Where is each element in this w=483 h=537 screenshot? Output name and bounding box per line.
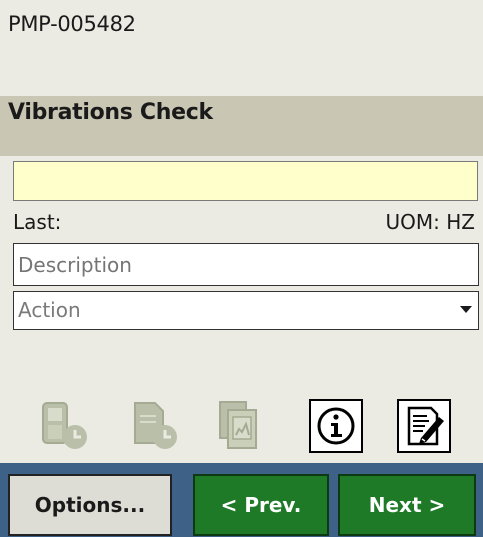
device-history-icon: [37, 399, 91, 453]
title-bar: Vibrations Check: [0, 96, 483, 156]
next-button[interactable]: Next >: [338, 474, 476, 536]
asset-id: PMP-005482: [8, 12, 136, 36]
page-title: Vibrations Check: [8, 100, 213, 125]
action-placeholder: Action: [18, 298, 81, 322]
info-icon[interactable]: [309, 399, 363, 453]
prev-button[interactable]: < Prev.: [193, 474, 329, 536]
last-reading-label: Last:: [13, 210, 62, 234]
document-history-icon: [127, 399, 181, 453]
options-button[interactable]: Options...: [8, 474, 172, 536]
notes-edit-icon[interactable]: [397, 399, 451, 453]
uom-label: UOM: HZ: [385, 210, 475, 234]
action-dropdown[interactable]: Action: [13, 291, 479, 330]
header-area: PMP-005482: [0, 0, 483, 96]
reading-input[interactable]: [13, 161, 478, 201]
chevron-down-icon: [460, 306, 472, 313]
description-field[interactable]: [13, 243, 479, 286]
multi-document-icon: [216, 399, 270, 453]
